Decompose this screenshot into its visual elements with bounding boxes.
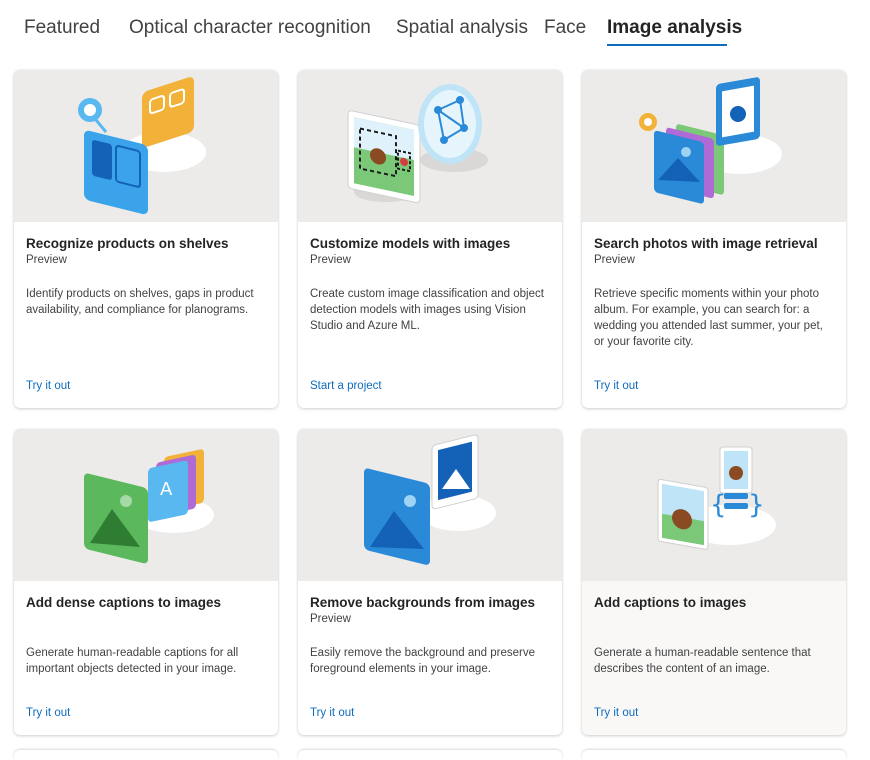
card-image: { } — [582, 429, 846, 581]
svg-text:A: A — [160, 479, 173, 500]
card-title: Remove backgrounds from images — [310, 595, 536, 610]
try-it-out-link[interactable]: Try it out — [594, 380, 638, 392]
card-image — [298, 429, 562, 581]
card-image — [14, 70, 278, 222]
preview-badge: Preview — [310, 613, 351, 625]
card-title: Recognize products on shelves — [26, 236, 229, 251]
try-it-out-link[interactable]: Try it out — [594, 707, 638, 719]
preview-badge: Preview — [594, 254, 635, 266]
card-customize-models[interactable]: Customize models with images Preview Cre… — [298, 70, 562, 408]
tab-face[interactable]: Face — [544, 16, 586, 40]
card-image — [298, 70, 562, 222]
preview-badge: Preview — [26, 254, 67, 266]
card-image — [582, 70, 846, 222]
card-dense-captions[interactable]: A Add dense captions to images Generate … — [14, 429, 278, 735]
start-a-project-link[interactable]: Start a project — [310, 380, 382, 392]
card-search-photos[interactable]: Search photos with image retrieval Previ… — [582, 70, 846, 408]
tab-optical-character-recognition[interactable]: Optical character recognition — [129, 16, 371, 40]
custom-model-illustration — [347, 84, 488, 204]
card-description: Generate a human-readable sentence that … — [594, 647, 811, 675]
card-peek — [298, 750, 562, 760]
card-recognize-products[interactable]: Recognize products on shelves Preview Id… — [14, 70, 278, 408]
remove-background-illustration — [364, 434, 496, 565]
card-description: Easily remove the background and preserv… — [310, 647, 536, 675]
card-description: Generate human-readable captions for all… — [26, 647, 239, 675]
try-it-out-link[interactable]: Try it out — [26, 707, 70, 719]
tab-featured[interactable]: Featured — [24, 16, 100, 40]
active-tab-indicator — [607, 44, 727, 46]
card-description: Create custom image classification and o… — [310, 288, 544, 332]
svg-text:}: } — [748, 490, 765, 520]
card-title: Add dense captions to images — [26, 595, 222, 610]
try-it-out-link[interactable]: Try it out — [26, 380, 70, 392]
card-remove-backgrounds[interactable]: Remove backgrounds from images Preview E… — [298, 429, 562, 735]
card-title: Add captions to images — [594, 595, 747, 610]
card-title: Search photos with image retrieval — [594, 236, 818, 251]
dense-captions-illustration: A — [84, 449, 214, 564]
preview-badge: Preview — [310, 254, 351, 266]
card-description: Retrieve specific moments within your ph… — [594, 288, 823, 348]
tab-spatial-analysis[interactable]: Spatial analysis — [396, 16, 528, 40]
product-shelf-illustration — [78, 77, 206, 215]
tab-image-analysis[interactable]: Image analysis — [607, 16, 742, 40]
card-image: A — [14, 429, 278, 581]
card-peek — [582, 750, 846, 760]
photo-retrieval-illustration — [639, 77, 782, 204]
card-description: Identify products on shelves, gaps in pr… — [26, 288, 254, 316]
image-caption-illustration: { } — [657, 446, 776, 550]
tab-bar: Featured Optical character recognition S… — [0, 0, 870, 56]
try-it-out-link[interactable]: Try it out — [310, 707, 354, 719]
card-peek — [14, 750, 278, 760]
card-title: Customize models with images — [310, 236, 511, 251]
card-add-captions[interactable]: { } Add captions to images Generate a hu… — [582, 429, 846, 735]
